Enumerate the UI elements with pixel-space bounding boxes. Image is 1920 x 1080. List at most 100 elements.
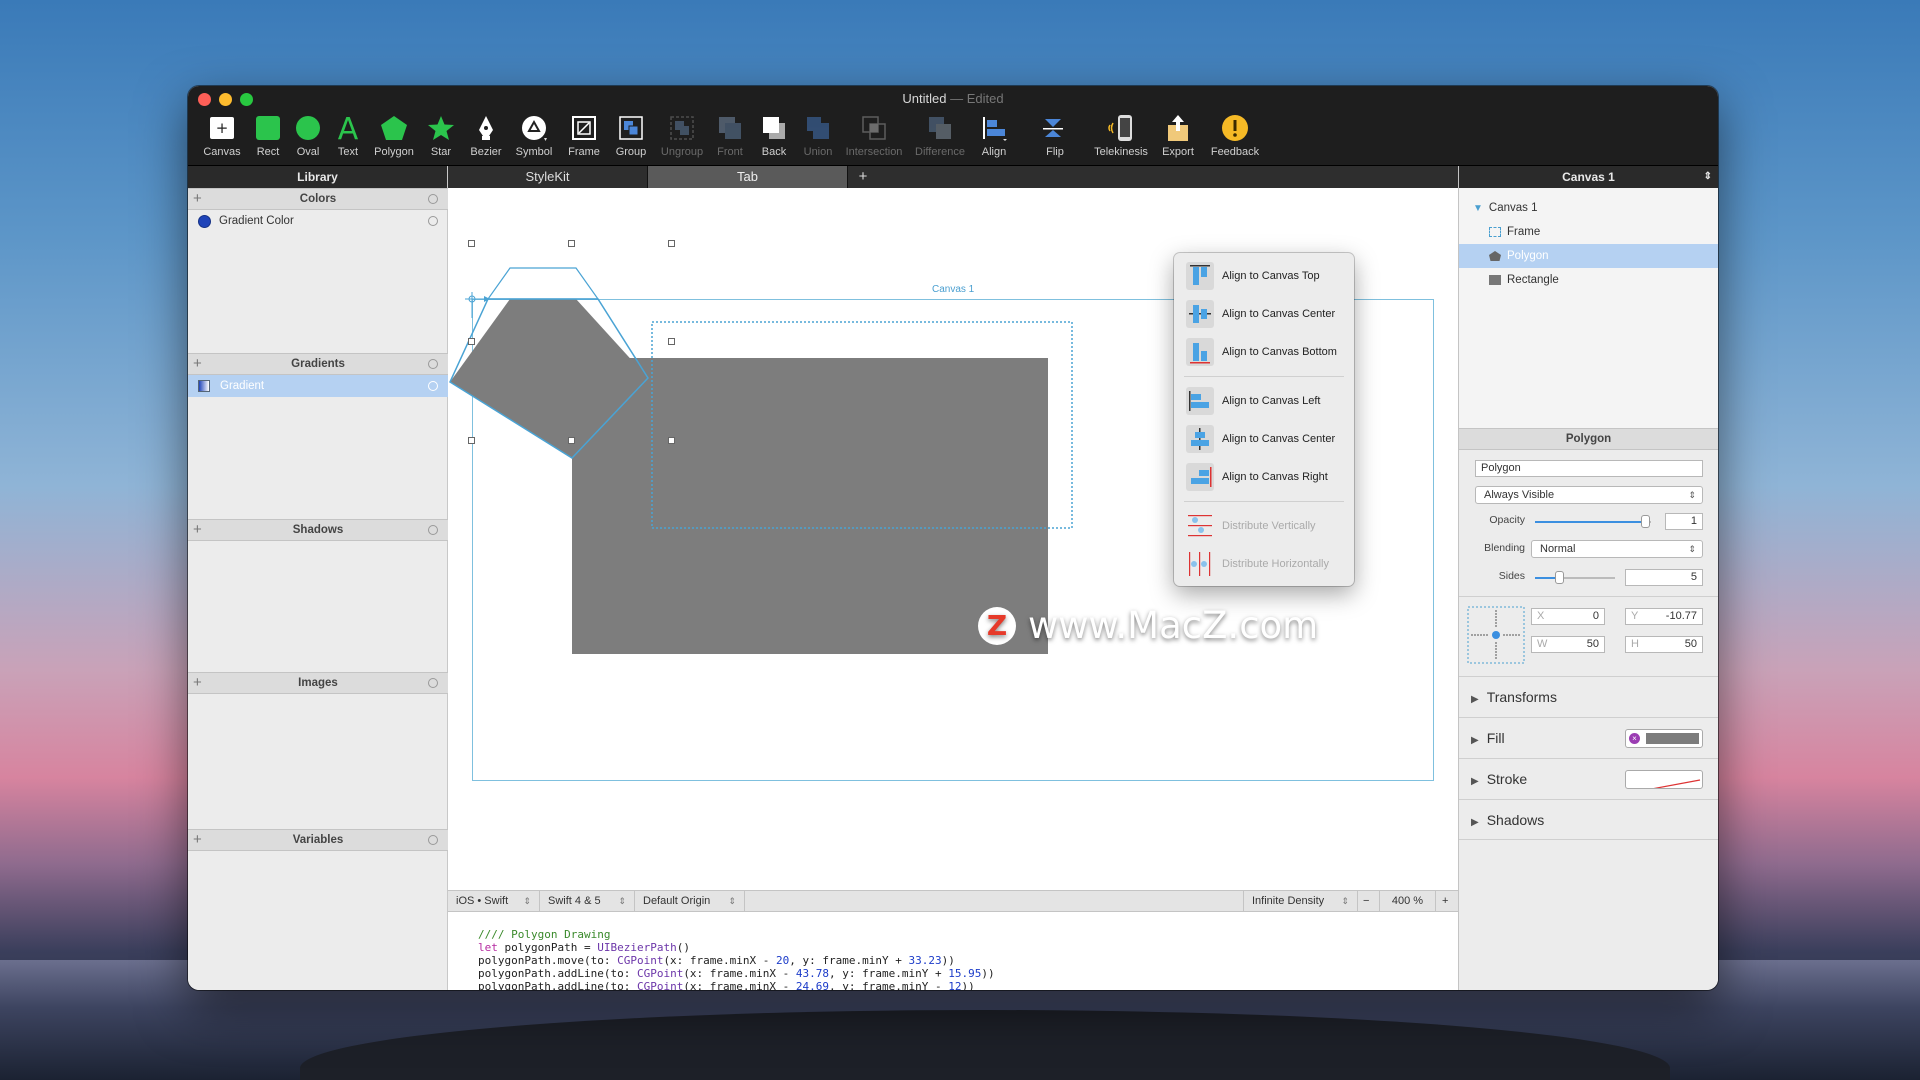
- resize-handle[interactable]: [668, 338, 675, 345]
- zoom-out-button[interactable]: −: [1358, 891, 1380, 911]
- add-tab-button[interactable]: +: [848, 166, 878, 188]
- code-text: (x: frame.minX -: [683, 980, 796, 990]
- origin-select[interactable]: Default Origin ⇕: [635, 891, 745, 911]
- shadows-options-icon[interactable]: [428, 525, 438, 535]
- tool-label: Feedback: [1210, 146, 1260, 158]
- x-value: 0: [1592, 610, 1599, 622]
- origin-constraints-widget[interactable]: [1467, 606, 1525, 664]
- library-title: Library: [188, 166, 447, 188]
- tool-align[interactable]: Align: [964, 112, 1024, 164]
- add-gradient-button[interactable]: +: [193, 354, 202, 374]
- code-number: 12: [948, 980, 962, 990]
- images-options-icon[interactable]: [428, 678, 438, 688]
- resize-handle[interactable]: [468, 437, 475, 444]
- distribute-horizontally-item[interactable]: Distribute Horizontally: [1174, 545, 1354, 583]
- resize-handle[interactable]: [468, 338, 475, 345]
- polygon-shape[interactable]: [449, 267, 649, 459]
- watermark: Z www.MacZ.com: [978, 604, 1318, 647]
- code-type: CGPoint: [636, 980, 684, 990]
- align-canvas-left-item[interactable]: Align to Canvas Left: [1174, 382, 1354, 420]
- resize-handle[interactable]: [468, 240, 475, 247]
- gradient-link-icon[interactable]: [428, 381, 438, 391]
- zoom-in-button[interactable]: +: [1436, 891, 1458, 911]
- tool-intersection[interactable]: Intersection: [844, 112, 904, 164]
- tool-feedback[interactable]: Feedback: [1205, 112, 1265, 164]
- tool-union[interactable]: Union: [788, 112, 848, 164]
- color-item[interactable]: Gradient Color: [188, 210, 448, 232]
- y-field[interactable]: Y -10.77: [1625, 608, 1703, 625]
- add-shadow-button[interactable]: +: [193, 520, 202, 540]
- sides-slider-knob[interactable]: [1555, 571, 1564, 584]
- y-value: -10.77: [1665, 610, 1697, 622]
- sides-field[interactable]: 5: [1625, 569, 1703, 586]
- disclosure-right-icon: ▶: [1471, 776, 1479, 787]
- tool-flip[interactable]: Flip: [1025, 112, 1085, 164]
- add-image-button[interactable]: +: [193, 673, 202, 693]
- code-text: (): [676, 941, 690, 954]
- tab-stylekit[interactable]: StyleKit: [448, 166, 648, 188]
- color-link-icon[interactable]: [428, 216, 438, 226]
- transforms-section[interactable]: ▶ Transforms: [1459, 676, 1718, 717]
- section-label: Transforms: [1486, 689, 1557, 705]
- distribute-vertically-item[interactable]: Distribute Vertically: [1174, 507, 1354, 545]
- disclosure-down-icon[interactable]: ▼: [1473, 203, 1483, 214]
- gradient-item[interactable]: Gradient: [188, 375, 448, 397]
- density-select[interactable]: Infinite Density ⇕: [1243, 891, 1358, 911]
- tool-telekinesis[interactable]: Telekinesis: [1091, 112, 1151, 164]
- add-color-button[interactable]: +: [193, 189, 202, 209]
- canvas-origin-marker: [465, 292, 490, 318]
- tool-label: Symbol: [515, 146, 553, 158]
- tree-item-rectangle[interactable]: Rectangle: [1459, 268, 1718, 292]
- w-field[interactable]: W 50: [1531, 636, 1605, 653]
- x-field[interactable]: X0: [1531, 608, 1605, 625]
- tree-item-polygon[interactable]: Polygon: [1459, 244, 1718, 268]
- variables-section: + Variables: [188, 829, 448, 851]
- code-text: polygonPath.move(to:: [478, 954, 618, 967]
- code-preview[interactable]: //// Polygon Drawing let polygonPath = U…: [448, 912, 1458, 990]
- menu-item-label: Align to Canvas Center: [1222, 308, 1336, 320]
- visibility-select[interactable]: Always Visible ⇕: [1475, 486, 1703, 504]
- gradients-options-icon[interactable]: [428, 359, 438, 369]
- fill-color-well[interactable]: ×: [1625, 729, 1703, 748]
- tree-item-frame[interactable]: Frame: [1459, 220, 1718, 244]
- tool-difference[interactable]: Difference: [910, 112, 970, 164]
- opacity-field[interactable]: 1: [1665, 513, 1703, 530]
- stroke-section[interactable]: ▶ Stroke: [1459, 758, 1718, 799]
- align-canvas-top-item[interactable]: Align to Canvas Top: [1174, 257, 1354, 295]
- inspector-canvas-select[interactable]: Canvas 1 ⇕: [1459, 166, 1718, 188]
- stroke-color-well[interactable]: [1625, 770, 1703, 789]
- tree-label: Rectangle: [1507, 274, 1559, 286]
- h-field[interactable]: H 50: [1625, 636, 1703, 653]
- swift-version-select[interactable]: Swift 4 & 5 ⇕: [540, 891, 635, 911]
- resize-handle[interactable]: [568, 437, 575, 444]
- tool-label: Polygon: [374, 146, 414, 158]
- shadows-inspector-section[interactable]: ▶ Shadows: [1459, 799, 1718, 840]
- tree-item-canvas[interactable]: ▼ Canvas 1: [1459, 196, 1718, 220]
- tool-export[interactable]: Export: [1148, 112, 1208, 164]
- tool-label: Oval: [296, 146, 320, 158]
- colors-options-icon[interactable]: [428, 194, 438, 204]
- tab-tab[interactable]: Tab: [648, 166, 848, 188]
- resize-handle[interactable]: [668, 437, 675, 444]
- shape-name-field[interactable]: Polygon: [1475, 460, 1703, 477]
- variables-options-icon[interactable]: [428, 835, 438, 845]
- resize-handle[interactable]: [568, 240, 575, 247]
- swift-version-value: Swift 4 & 5: [548, 895, 601, 907]
- frame-icon: [1489, 227, 1501, 237]
- h-label: H: [1631, 638, 1639, 650]
- opacity-slider-knob[interactable]: [1641, 515, 1651, 528]
- platform-select[interactable]: iOS • Swift ⇕: [448, 891, 540, 911]
- align-canvas-bottom-item[interactable]: Align to Canvas Bottom: [1174, 333, 1354, 371]
- resize-handle[interactable]: [668, 240, 675, 247]
- chevron-updown-icon: ⇕: [1688, 490, 1696, 500]
- add-variable-button[interactable]: +: [193, 830, 202, 850]
- align-canvas-right-item[interactable]: Align to Canvas Right: [1174, 458, 1354, 496]
- w-value: 50: [1586, 638, 1599, 650]
- align-canvas-center-horizontal-item[interactable]: Align to Canvas Center: [1174, 420, 1354, 458]
- menu-item-label: Align to Canvas Center: [1222, 433, 1336, 445]
- blending-select[interactable]: Normal ⇕: [1531, 540, 1703, 558]
- menu-item-label: Align to Canvas Top: [1222, 270, 1320, 282]
- code-type: CGPoint: [617, 954, 664, 967]
- fill-section[interactable]: ▶ Fill ×: [1459, 717, 1718, 758]
- align-canvas-center-vertical-item[interactable]: Align to Canvas Center: [1174, 295, 1354, 333]
